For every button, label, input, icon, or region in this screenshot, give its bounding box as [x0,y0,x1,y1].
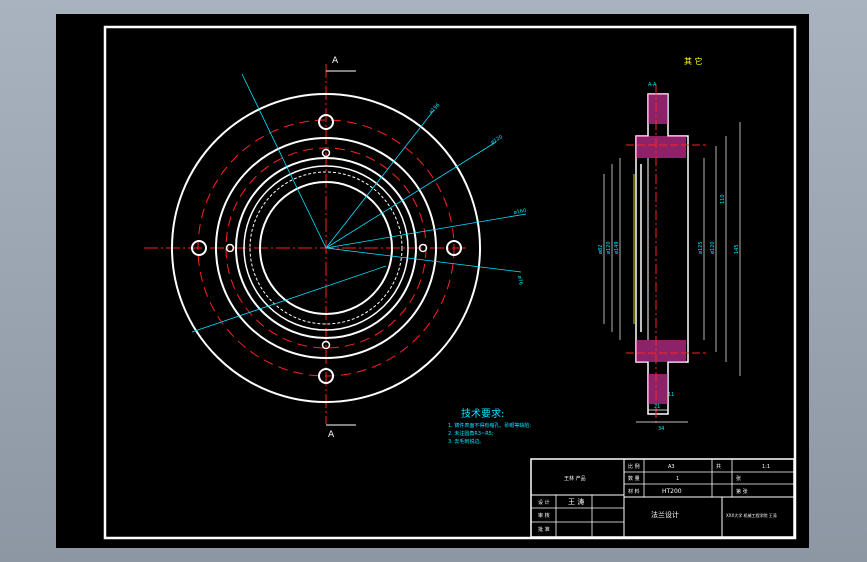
hatch-top [648,94,668,124]
number-value: 1 [676,476,679,482]
notes-title: 技术要求: [461,407,504,420]
number-label: 数 量 [628,475,640,482]
leader-line [191,265,387,333]
school-name: XXX大学 机械工程学院 王涛 [726,512,777,518]
drawing-border [103,25,797,540]
technical-notes: 技术要求: 1. 铸件表面不得有缩孔、砂眼等缺陷; 2. 未注圆角R3~R5; … [448,407,531,445]
section-mark-top: A [332,56,339,66]
section-mark-bottom: A [328,430,335,440]
cad-viewport: A A ø196 ø120 ø160 ø76 A-A 其 它 ø82 ø120 [0,0,867,562]
dim-label: ø125 [698,241,704,254]
hatch-upper [636,136,686,158]
designer-label: 设 计 [538,499,550,506]
leader-line [325,213,527,249]
sheet-count: 第 张 [736,488,748,495]
check-label: 审 核 [538,512,550,519]
approve-label: 批 准 [538,526,550,533]
drawing-canvas: A A ø196 ø120 ø160 ø76 A-A 其 它 ø82 ø120 [103,25,797,540]
leader-line [325,109,435,249]
drawing-sheet[interactable]: A A ø196 ø120 ø160 ø76 A-A 其 它 ø82 ø120 [56,14,809,548]
dim-label: ø120 [710,241,716,254]
dim-label: ø149 [614,241,620,254]
dim-label: ø76 [516,275,524,285]
dim-label: 145 [734,244,740,254]
dim-label: 11 [668,392,674,398]
dim-label: 34 [658,426,664,432]
note-item: 3. 去毛刺锐边。 [448,438,484,445]
sheet-value: 张 [736,475,741,482]
dim-label: 21 [654,404,660,410]
designer-name: 王 涛 [568,497,584,506]
dim-label: ø120 [490,134,504,146]
dim-label: ø196 [428,102,441,115]
dim-label: ø160 [513,208,526,216]
other-label: 其 它 [684,56,703,66]
part-name: 法兰设计 [651,510,679,519]
sheet-label: 共 [716,463,721,470]
side-view-label: A-A [648,82,657,88]
size-value: A3 [668,464,675,470]
dim-label: ø120 [606,241,612,254]
dim-label: ø82 [598,245,604,254]
front-view [144,64,527,426]
company-name: 王林 产品 [564,475,586,482]
section-view [603,84,741,424]
hatch-lower [636,340,686,362]
note-item: 2. 未注圆角R3~R5; [448,430,494,437]
dim-label: 110 [720,194,726,204]
note-item: 1. 铸件表面不得有缩孔、砂眼等缺陷; [448,422,531,429]
ratio-label: 比 例 [628,463,640,470]
ratio-value: 1:1 [762,464,770,470]
material-label: 材 料 [628,488,640,495]
hatch-bottom [648,374,668,404]
material-value: HT200 [662,488,682,495]
